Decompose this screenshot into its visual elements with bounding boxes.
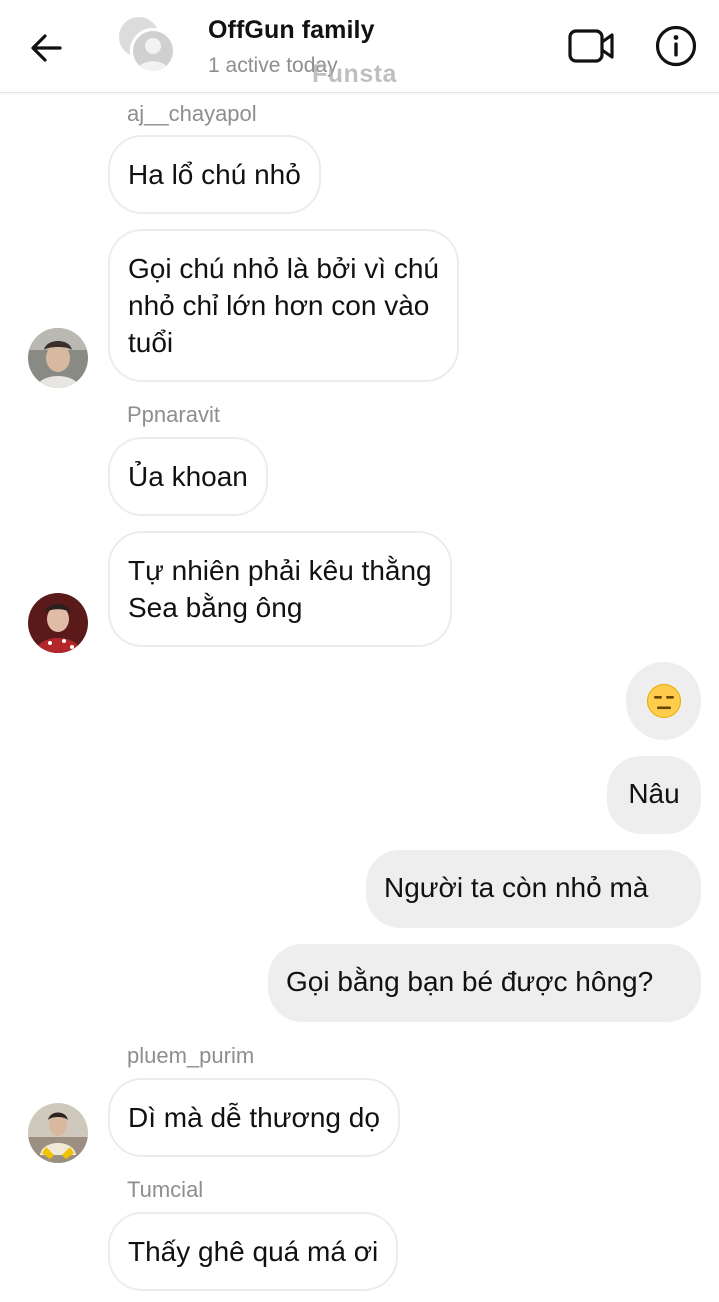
sender-name: Tumcial	[127, 1177, 204, 1202]
group-avatar[interactable]	[116, 14, 180, 78]
avatar[interactable]	[28, 1103, 88, 1163]
avatar[interactable]	[28, 328, 88, 388]
group-avatar-front	[130, 28, 176, 74]
watermark: Funsta	[312, 60, 397, 88]
sender-name: Ppnaravit	[127, 402, 220, 427]
incoming-message[interactable]: Thấy ghê quá má ơi	[108, 1212, 399, 1291]
back-arrow-icon	[31, 34, 62, 62]
incoming-message[interactable]: Ha lổ chú nhỏ	[108, 135, 321, 214]
sender-name: pluem_purim	[127, 1043, 255, 1068]
info-icon	[655, 25, 697, 67]
video-call-button[interactable]	[566, 24, 616, 68]
outgoing-message[interactable]: Gọi bằng bạn bé được hông?	[268, 944, 701, 1022]
avatar[interactable]	[28, 593, 88, 653]
incoming-message[interactable]: Ủa khoan	[108, 437, 268, 516]
expressionless-face-emoji	[646, 684, 681, 718]
back-button[interactable]	[24, 28, 68, 68]
outgoing-message[interactable]: Nâu	[607, 756, 701, 834]
sender-name: aj__chayapol	[127, 101, 257, 126]
video-call-icon	[568, 29, 614, 63]
chat-header: OffGun family 1 active today Funsta	[0, 0, 719, 93]
chat-title[interactable]: OffGun family	[208, 16, 375, 45]
incoming-message[interactable]: Gọi chú nhỏ là bởi vì chú nhỏ chỉ lớn hơ…	[108, 229, 459, 382]
info-button[interactable]	[652, 22, 700, 70]
outgoing-message[interactable]: Người ta còn nhỏ mà	[366, 850, 701, 928]
incoming-message[interactable]: Tự nhiên phải kêu thằng Sea bằng ông	[108, 531, 452, 647]
incoming-message[interactable]: Dì mà dễ thương dọ	[108, 1078, 400, 1157]
outgoing-emoji-message[interactable]	[626, 662, 701, 740]
